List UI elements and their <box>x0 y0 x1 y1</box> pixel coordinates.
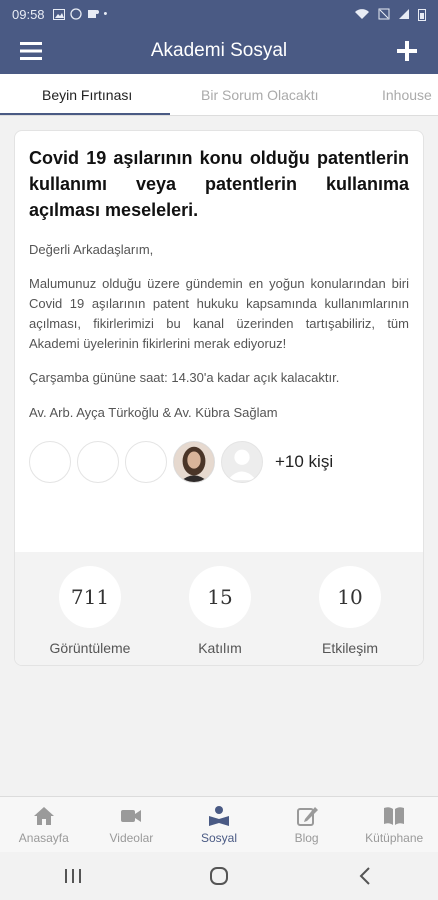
stat-interaction-label: Etkileşim <box>321 640 378 656</box>
post-signature: Av. Arb. Ayça Türkoğlu & Av. Kübra Sağla… <box>29 405 278 420</box>
more-participants-count: +10 kişi <box>275 452 334 471</box>
post-body: Malumunuz olduğu üzere gündemin en yoğun… <box>29 276 409 351</box>
back-chevron-icon <box>359 867 370 885</box>
edit-icon <box>296 807 318 826</box>
tab-beyin-firtinasi[interactable]: Beyin Fırtınası <box>42 74 132 115</box>
participant-avatar-photo <box>173 441 215 483</box>
post-stats: 711 Görüntüleme 15 Katılım 10 Etkileşim <box>15 552 423 665</box>
nav-videolar[interactable]: Videolar <box>88 797 176 852</box>
status-bar: 09:58 • <box>0 0 438 28</box>
stat-views-value: 711 <box>59 566 121 628</box>
back-button[interactable] <box>325 856 405 896</box>
post-greeting: Değerli Arkadaşlarım, <box>29 242 154 257</box>
signal-icon <box>399 9 409 19</box>
social-reader-icon <box>208 806 229 826</box>
video-camera-icon <box>121 810 142 822</box>
stat-views-label: Görüntüleme <box>49 640 131 656</box>
system-icons <box>354 8 426 21</box>
home-icon <box>33 807 54 825</box>
nav-anasayfa[interactable]: Anasayfa <box>0 797 88 852</box>
app-title: Akademi Sosyal <box>150 40 288 61</box>
post-title: Covid 19 aşılarının konu olduğu patentle… <box>29 148 409 220</box>
nav-kutuphane-label: Kütüphane <box>365 831 424 845</box>
system-navigation-bar <box>0 852 438 900</box>
app-bar: Akademi Sosyal <box>0 28 438 74</box>
notification-icons: • <box>52 8 108 20</box>
participant-avatar-empty <box>29 441 71 483</box>
add-post-button[interactable] <box>376 28 438 74</box>
stat-participation-value: 15 <box>189 566 251 628</box>
hamburger-menu-icon <box>20 42 42 60</box>
menu-button[interactable] <box>0 28 62 74</box>
bottom-navigation: Anasayfa Videolar Sosyal Blog Kütüphane <box>0 796 438 852</box>
tab-bir-sorum-olacakti[interactable]: Bir Sorum Olacaktı <box>201 74 318 115</box>
stat-participation: 15 Katılım <box>160 552 280 665</box>
user-placeholder-icon <box>227 449 257 481</box>
wifi-icon <box>355 9 369 19</box>
home-circle-icon <box>210 867 228 885</box>
nav-sosyal[interactable]: Sosyal <box>175 797 263 852</box>
recent-apps-button[interactable] <box>33 856 113 896</box>
tab-inhouse[interactable]: Inhouse <box>382 74 432 115</box>
mute-icon <box>378 8 390 20</box>
nav-kutuphane[interactable]: Kütüphane <box>350 797 438 852</box>
participant-avatar-empty <box>77 441 119 483</box>
stat-interaction: 10 Etkileşim <box>290 552 410 665</box>
book-icon <box>384 807 405 825</box>
plus-icon <box>397 41 417 61</box>
participant-avatar-default <box>221 441 263 483</box>
whatsapp-icon <box>69 8 82 20</box>
post-deadline: Çarşamba gününe saat: 14.30'a kadar açık… <box>29 370 340 385</box>
home-button[interactable] <box>179 856 259 896</box>
participant-avatars[interactable]: +10 kişi <box>29 441 409 483</box>
stat-interaction-value: 10 <box>319 566 381 628</box>
nav-blog[interactable]: Blog <box>263 797 351 852</box>
stat-participation-label: Katılım <box>198 640 242 656</box>
status-time: 09:58 <box>12 6 45 22</box>
nav-anasayfa-label: Anasayfa <box>18 831 69 845</box>
stat-views: 711 Görüntüleme <box>30 552 150 665</box>
teams-icon <box>87 10 99 18</box>
battery-icon <box>418 8 426 21</box>
more-notifications-icon: • <box>103 8 108 20</box>
recent-apps-icon <box>65 869 81 883</box>
nav-videolar-label: Videolar <box>109 831 154 845</box>
active-tab-indicator <box>0 113 170 115</box>
participant-avatar-empty <box>125 441 167 483</box>
nav-blog-label: Blog <box>294 831 319 845</box>
nav-sosyal-label: Sosyal <box>200 831 237 845</box>
category-tabs: Beyin Fırtınası Bir Sorum Olacaktı Inhou… <box>0 74 438 116</box>
post-card[interactable]: Covid 19 aşılarının konu olduğu patentle… <box>14 130 424 666</box>
gallery-icon <box>52 8 65 20</box>
